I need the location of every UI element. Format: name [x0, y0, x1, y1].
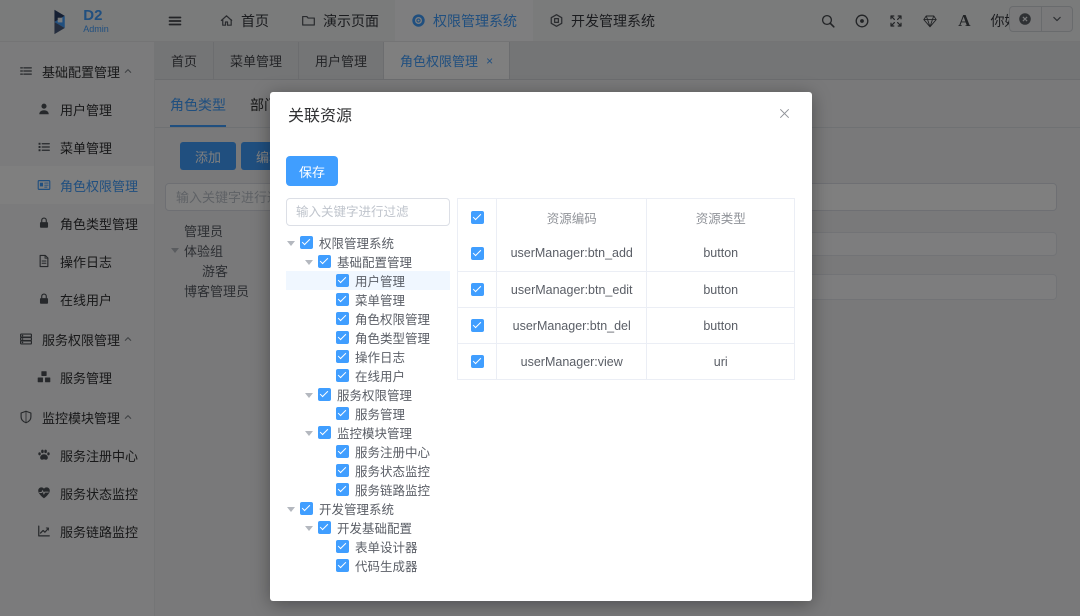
tree-node-label: 服务管理: [355, 404, 405, 423]
tree-checkbox-checked[interactable]: [336, 350, 349, 363]
resource-tree-node[interactable]: 基础配置管理: [286, 252, 450, 271]
resource-type-header: 资源类型: [647, 199, 794, 235]
tree-node-label: 开发基础配置: [337, 518, 412, 537]
resource-type-cell: uri: [647, 344, 794, 379]
resource-tree-node[interactable]: 角色类型管理: [286, 328, 450, 347]
tree-node-label: 服务注册中心: [355, 442, 430, 461]
row-checkbox-cell: [458, 272, 497, 307]
resource-code-cell: userManager:btn_edit: [497, 272, 647, 307]
tree-node-label: 开发管理系统: [319, 499, 394, 518]
resource-code-cell: userManager:view: [497, 344, 647, 379]
tree-checkbox-checked[interactable]: [318, 426, 331, 439]
resource-code-cell: userManager:btn_del: [497, 308, 647, 343]
resource-tree-node[interactable]: 菜单管理: [286, 290, 450, 309]
resource-tree-node[interactable]: 监控模块管理: [286, 423, 450, 442]
resource-tree-panel: 权限管理系统基础配置管理用户管理菜单管理角色权限管理角色类型管理操作日志在线用户…: [286, 198, 450, 575]
tree-node-label: 代码生成器: [355, 556, 418, 575]
tree-node-label: 基础配置管理: [337, 252, 412, 271]
tree-checkbox-checked[interactable]: [336, 445, 349, 458]
resource-tree-node[interactable]: 在线用户: [286, 366, 450, 385]
tree-checkbox-checked[interactable]: [336, 559, 349, 572]
dialog-header: 关联资源: [270, 92, 812, 128]
tree-node-label: 角色权限管理: [355, 309, 430, 328]
tree-node-label: 服务权限管理: [337, 385, 412, 404]
tree-checkbox-checked[interactable]: [300, 236, 313, 249]
tree-checkbox-checked[interactable]: [336, 483, 349, 496]
row-checkbox-checked[interactable]: [471, 319, 484, 332]
resource-table: 资源编码 资源类型 userManager:btn_addbuttonuserM…: [457, 198, 795, 380]
close-icon[interactable]: [777, 106, 792, 121]
row-checkbox-checked[interactable]: [471, 247, 484, 260]
tree-checkbox-checked[interactable]: [336, 464, 349, 477]
resource-tree-node[interactable]: 开发基础配置: [286, 518, 450, 537]
resource-tree-node[interactable]: 服务权限管理: [286, 385, 450, 404]
resource-tree-node[interactable]: 服务注册中心: [286, 442, 450, 461]
app-screen: D2 Admin 首页演示页面权限管理系统开发管理系统 A 你好 Mr.AG 基…: [0, 0, 1080, 616]
caret-down-icon[interactable]: [304, 426, 318, 440]
resource-type-cell: button: [647, 308, 794, 343]
resource-tree-node[interactable]: 表单设计器: [286, 537, 450, 556]
tree-checkbox-checked[interactable]: [336, 293, 349, 306]
resource-tree-node[interactable]: 服务管理: [286, 404, 450, 423]
table-row-2: userManager:btn_delbutton: [458, 307, 794, 343]
resource-code-header: 资源编码: [497, 199, 647, 235]
tree-checkbox-checked[interactable]: [336, 407, 349, 420]
dialog-title: 关联资源: [288, 106, 352, 128]
tree-checkbox-checked[interactable]: [336, 540, 349, 553]
resource-tree-node[interactable]: 开发管理系统: [286, 499, 450, 518]
select-all-checkbox[interactable]: [471, 211, 484, 224]
tree-checkbox-checked[interactable]: [336, 274, 349, 287]
tree-checkbox-checked[interactable]: [300, 502, 313, 515]
resource-tree: 权限管理系统基础配置管理用户管理菜单管理角色权限管理角色类型管理操作日志在线用户…: [286, 233, 450, 575]
resource-tree-node[interactable]: 权限管理系统: [286, 233, 450, 252]
tree-node-label: 用户管理: [355, 271, 405, 290]
resource-type-cell: button: [647, 235, 794, 271]
tree-node-label: 表单设计器: [355, 537, 418, 556]
table-header-row: 资源编码 资源类型: [458, 199, 794, 235]
table-row-1: userManager:btn_editbutton: [458, 271, 794, 307]
resource-code-cell: userManager:btn_add: [497, 235, 647, 271]
table-row-0: userManager:btn_addbutton: [458, 235, 794, 271]
table-body: userManager:btn_addbuttonuserManager:btn…: [458, 235, 794, 379]
save-button[interactable]: 保存: [286, 156, 338, 186]
resource-tree-node[interactable]: 服务状态监控: [286, 461, 450, 480]
row-checkbox-cell: [458, 235, 497, 271]
tree-node-label: 权限管理系统: [319, 233, 394, 252]
tree-checkbox-checked[interactable]: [318, 521, 331, 534]
resource-tree-node[interactable]: 服务链路监控: [286, 480, 450, 499]
table-row-3: userManager:viewuri: [458, 343, 794, 379]
row-checkbox-checked[interactable]: [471, 283, 484, 296]
caret-down-icon[interactable]: [304, 388, 318, 402]
resource-tree-node[interactable]: 代码生成器: [286, 556, 450, 575]
tree-checkbox-checked[interactable]: [336, 312, 349, 325]
tree-checkbox-checked[interactable]: [336, 331, 349, 344]
associate-resources-dialog: 关联资源 保存 权限管理系统基础配置管理用户管理菜单管理角色权限管理角色类型管理…: [270, 92, 812, 601]
caret-down-icon[interactable]: [286, 236, 300, 250]
tree-node-label: 菜单管理: [355, 290, 405, 309]
resource-tree-node[interactable]: 角色权限管理: [286, 309, 450, 328]
caret-down-icon[interactable]: [286, 502, 300, 516]
resource-tree-node[interactable]: 操作日志: [286, 347, 450, 366]
caret-down-icon[interactable]: [304, 255, 318, 269]
tree-filter-input[interactable]: [286, 198, 450, 226]
tree-checkbox-checked[interactable]: [336, 369, 349, 382]
row-checkbox-cell: [458, 344, 497, 379]
tree-node-label: 服务链路监控: [355, 480, 430, 499]
row-checkbox-checked[interactable]: [471, 355, 484, 368]
tree-node-label: 操作日志: [355, 347, 405, 366]
resource-type-cell: button: [647, 272, 794, 307]
tree-node-label: 服务状态监控: [355, 461, 430, 480]
tree-node-label: 角色类型管理: [355, 328, 430, 347]
select-all-cell: [458, 199, 497, 235]
tree-node-label: 监控模块管理: [337, 423, 412, 442]
tree-checkbox-checked[interactable]: [318, 255, 331, 268]
row-checkbox-cell: [458, 308, 497, 343]
resource-tree-node[interactable]: 用户管理: [286, 271, 450, 290]
caret-down-icon[interactable]: [304, 521, 318, 535]
tree-node-label: 在线用户: [355, 366, 405, 385]
tree-checkbox-checked[interactable]: [318, 388, 331, 401]
